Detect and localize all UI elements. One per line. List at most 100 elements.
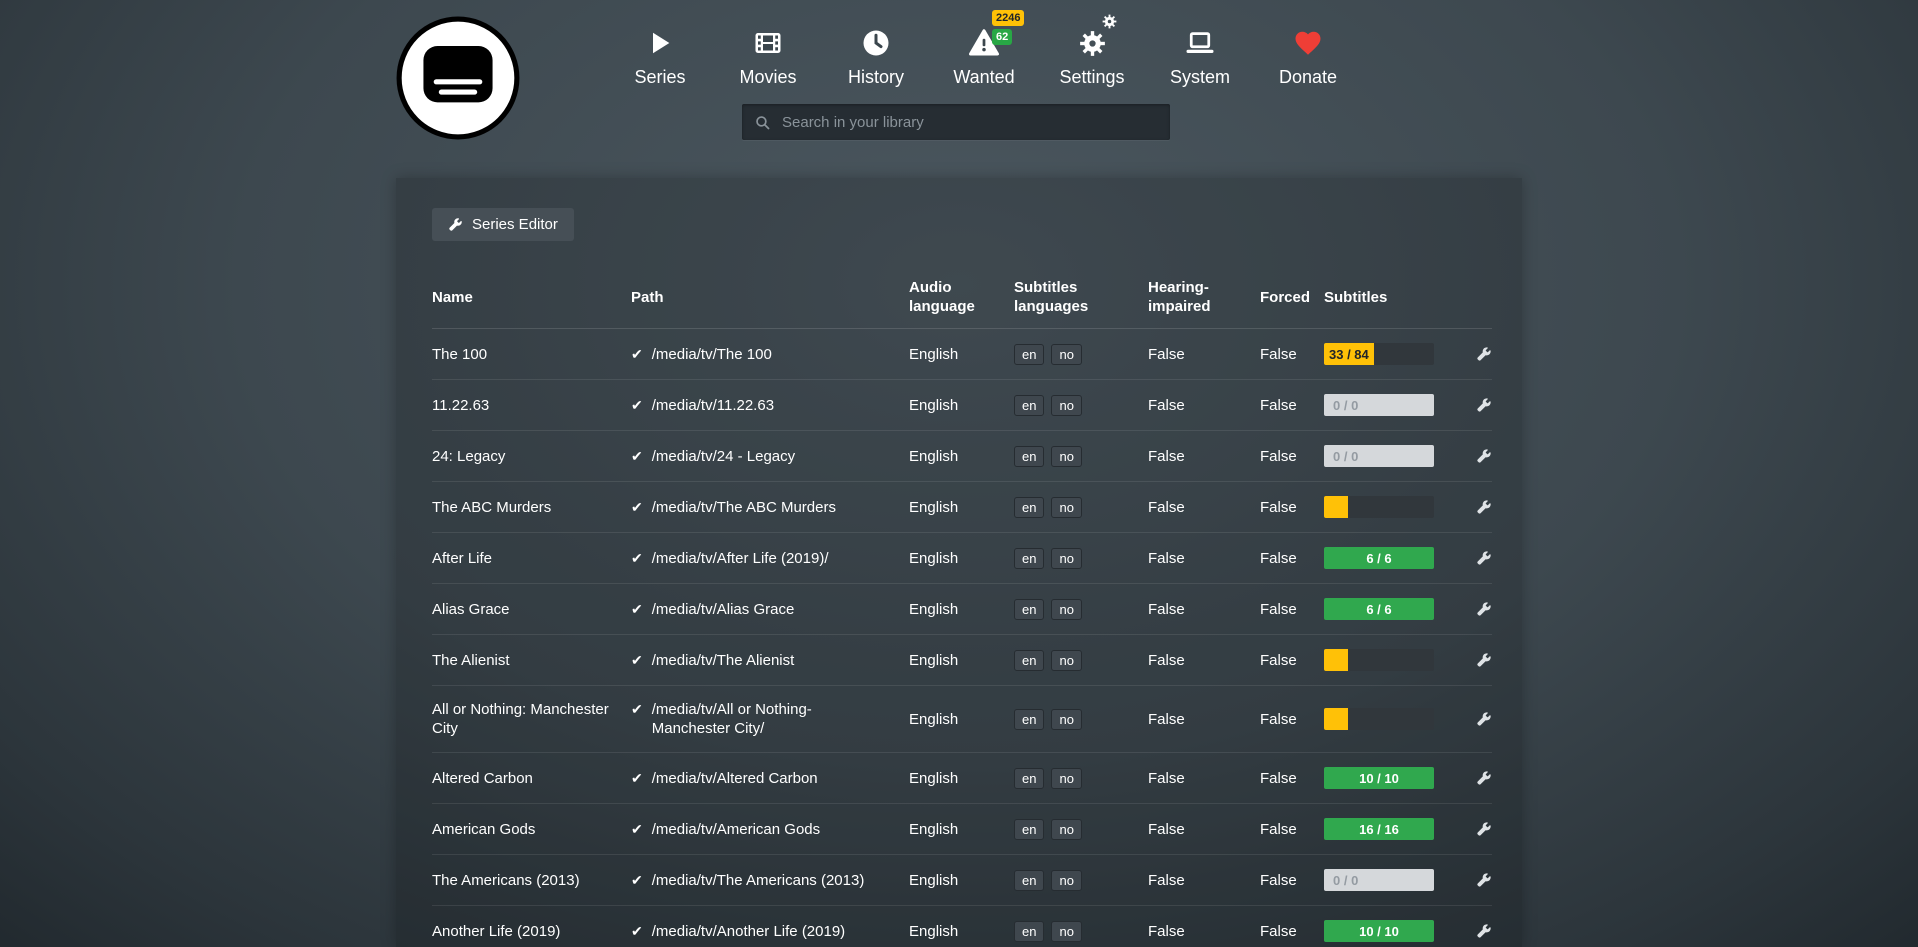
audio-language: English <box>909 651 1014 670</box>
film-icon <box>753 22 783 64</box>
audio-language: English <box>909 600 1014 619</box>
series-editor-button[interactable]: Series Editor <box>432 208 574 241</box>
bazarr-logo[interactable] <box>394 14 522 142</box>
header-path: Path <box>631 288 909 307</box>
nav-item-system[interactable]: System <box>1146 22 1254 88</box>
language-badge: no <box>1051 921 1081 942</box>
series-path: /media/tv/After Life (2019)/ <box>652 549 829 568</box>
language-badge: en <box>1014 497 1044 518</box>
edit-series-button[interactable] <box>1476 397 1492 413</box>
nav-label-donate: Donate <box>1279 67 1337 88</box>
table-row: 11.22.63 ✔ /media/tv/11.22.63 English en… <box>432 380 1492 431</box>
nav-label-movies: Movies <box>739 67 796 88</box>
header-name: Name <box>432 288 631 307</box>
search-input[interactable] <box>780 113 1158 132</box>
subtitles-languages: enno <box>1014 768 1148 789</box>
bazarr-logo-icon <box>394 14 522 142</box>
series-name: 11.22.63 <box>432 396 631 415</box>
heart-icon <box>1293 22 1323 64</box>
edit-series-button[interactable] <box>1476 550 1492 566</box>
edit-series-button[interactable] <box>1476 711 1492 727</box>
path-ok-icon: ✔ <box>631 600 643 619</box>
language-badge: no <box>1051 548 1081 569</box>
hearing-impaired: False <box>1148 769 1260 788</box>
nav-label-history: History <box>848 67 904 88</box>
table-row: Another Life (2019) ✔ /media/tv/Another … <box>432 906 1492 947</box>
language-badge: no <box>1051 497 1081 518</box>
forced: False <box>1260 447 1324 466</box>
subtitles-progress <box>1324 649 1434 671</box>
subtitles-languages: enno <box>1014 548 1148 569</box>
series-name: After Life <box>432 549 631 568</box>
hearing-impaired: False <box>1148 820 1260 839</box>
nav-item-series[interactable]: Series <box>606 22 714 88</box>
series-name: Another Life (2019) <box>432 922 631 941</box>
edit-series-button[interactable] <box>1476 770 1492 786</box>
subtitles-languages: enno <box>1014 344 1148 365</box>
nav-item-settings[interactable]: Settings <box>1038 22 1146 88</box>
series-path: /media/tv/Altered Carbon <box>652 769 818 788</box>
wanted-series-count-badge: 2246 <box>992 10 1024 26</box>
path-ok-icon: ✔ <box>631 447 643 466</box>
edit-series-button[interactable] <box>1476 923 1492 939</box>
nav-label-settings: Settings <box>1059 67 1124 88</box>
language-badge: en <box>1014 650 1044 671</box>
edit-series-button[interactable] <box>1476 821 1492 837</box>
hearing-impaired: False <box>1148 549 1260 568</box>
subtitles-progress-fill: 0 / 0 <box>1324 394 1434 416</box>
edit-series-button[interactable] <box>1476 448 1492 464</box>
series-path: /media/tv/The ABC Murders <box>652 498 836 517</box>
series-name: 24: Legacy <box>432 447 631 466</box>
series-path: /media/tv/The 100 <box>652 345 772 364</box>
table-row: Altered Carbon ✔ /media/tv/Altered Carbo… <box>432 753 1492 804</box>
subtitles-languages: enno <box>1014 446 1148 467</box>
language-badge: no <box>1051 446 1081 467</box>
table-row: American Gods ✔ /media/tv/American Gods … <box>432 804 1492 855</box>
edit-series-button[interactable] <box>1476 872 1492 888</box>
nav-item-movies[interactable]: Movies <box>714 22 822 88</box>
forced: False <box>1260 769 1324 788</box>
table-row: The Americans (2013) ✔ /media/tv/The Ame… <box>432 855 1492 906</box>
hearing-impaired: False <box>1148 710 1260 729</box>
subtitles-progress-fill <box>1324 496 1348 518</box>
audio-language: English <box>909 710 1014 729</box>
subtitles-progress: 0 / 0 <box>1324 394 1434 416</box>
subtitles-languages: enno <box>1014 395 1148 416</box>
subtitles-progress-fill <box>1324 708 1348 730</box>
subtitles-progress: 16 / 16 <box>1324 818 1434 840</box>
hearing-impaired: False <box>1148 871 1260 890</box>
subtitles-languages: enno <box>1014 819 1148 840</box>
play-icon <box>646 22 674 64</box>
language-badge: en <box>1014 768 1044 789</box>
series-path: /media/tv/Alias Grace <box>652 600 795 619</box>
subtitles-languages: enno <box>1014 497 1148 518</box>
subtitles-progress: 10 / 10 <box>1324 920 1434 942</box>
subtitles-progress-fill: 10 / 10 <box>1324 920 1434 942</box>
language-badge: en <box>1014 599 1044 620</box>
audio-language: English <box>909 498 1014 517</box>
edit-series-button[interactable] <box>1476 601 1492 617</box>
subtitles-progress-fill: 6 / 6 <box>1324 547 1434 569</box>
nav-item-donate[interactable]: Donate <box>1254 22 1362 88</box>
subtitles-progress <box>1324 708 1434 730</box>
nav-label-wanted: Wanted <box>953 67 1014 88</box>
language-badge: en <box>1014 921 1044 942</box>
table-row: Alias Grace ✔ /media/tv/Alias Grace Engl… <box>432 584 1492 635</box>
forced: False <box>1260 396 1324 415</box>
series-name: All or Nothing: Manchester City <box>432 700 631 738</box>
table-row: The ABC Murders ✔ /media/tv/The ABC Murd… <box>432 482 1492 533</box>
language-badge: en <box>1014 548 1044 569</box>
table-row: After Life ✔ /media/tv/After Life (2019)… <box>432 533 1492 584</box>
edit-series-button[interactable] <box>1476 652 1492 668</box>
series-editor-panel: Series Editor Name Path Audio language S… <box>396 178 1522 947</box>
audio-language: English <box>909 396 1014 415</box>
series-path: /media/tv/Another Life (2019) <box>652 922 845 941</box>
path-ok-icon: ✔ <box>631 820 643 839</box>
edit-series-button[interactable] <box>1476 346 1492 362</box>
nav-item-history[interactable]: History <box>822 22 930 88</box>
wanted-badges: 2246 62 <box>992 10 1024 45</box>
nav-item-wanted[interactable]: 2246 62 Wanted <box>930 22 1038 88</box>
header-subtitles: Subtitles <box>1324 288 1456 307</box>
series-table-body: The 100 ✔ /media/tv/The 100 English enno… <box>432 329 1492 947</box>
edit-series-button[interactable] <box>1476 499 1492 515</box>
